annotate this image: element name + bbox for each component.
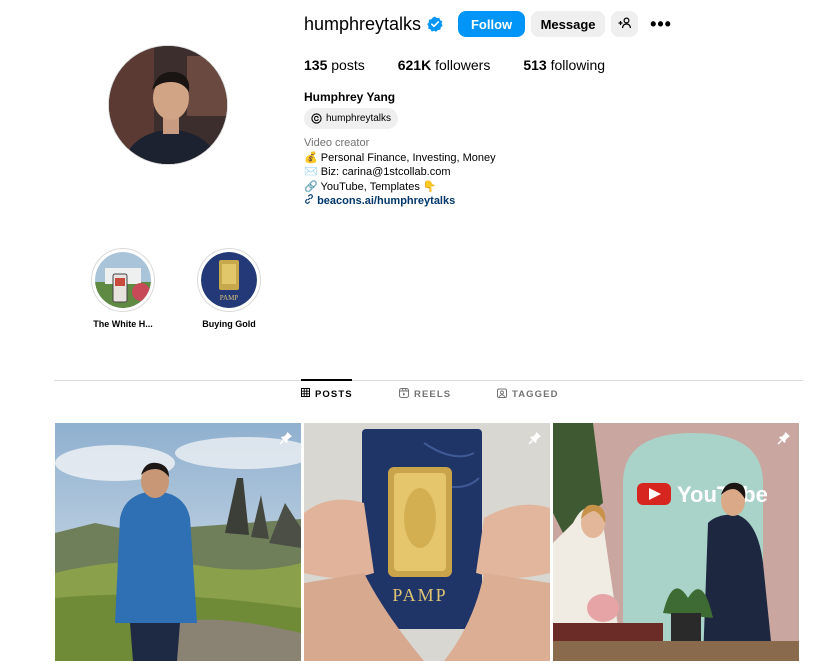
bio-line: 💰 Personal Finance, Investing, Money bbox=[304, 151, 496, 164]
threads-handle: humphreytalks bbox=[326, 113, 392, 124]
highlight-cover-image bbox=[95, 252, 151, 308]
tab-label: TAGGED bbox=[512, 388, 559, 400]
tab-posts[interactable]: POSTS bbox=[301, 388, 353, 400]
verified-badge-icon bbox=[427, 16, 443, 32]
posts-label: posts bbox=[331, 57, 365, 73]
highlight-ring: PAMP bbox=[197, 248, 261, 312]
suggest-users-button[interactable] bbox=[611, 11, 639, 37]
highlight-label: Buying Gold bbox=[202, 319, 256, 329]
highlight-label: The White H... bbox=[93, 319, 153, 329]
bio-link[interactable]: beacons.ai/humphreytalks bbox=[317, 195, 455, 207]
followers-count: 621K bbox=[397, 57, 432, 73]
link-icon bbox=[304, 194, 317, 207]
highlight-cover-image: PAMP bbox=[201, 252, 257, 308]
profile-stats: 135 posts 621K followers 513 following bbox=[304, 57, 638, 73]
follow-button[interactable]: Follow bbox=[458, 11, 526, 37]
followers-label: followers bbox=[435, 57, 491, 73]
reels-icon bbox=[399, 387, 414, 401]
following-label: following bbox=[550, 57, 606, 73]
tab-reels[interactable]: REELS bbox=[399, 387, 452, 401]
post-thumbnail[interactable]: PAMP bbox=[304, 423, 550, 661]
profile-header-row: humphreytalks Follow Message ••• bbox=[304, 10, 672, 38]
following-stat[interactable]: 513 following bbox=[523, 57, 605, 73]
tab-label: POSTS bbox=[315, 388, 353, 400]
tabs-divider bbox=[54, 380, 803, 381]
highlight-item[interactable]: PAMP Buying Gold bbox=[194, 248, 264, 329]
posts-count: 135 bbox=[304, 57, 328, 73]
highlight-item[interactable]: The White H... bbox=[88, 248, 158, 329]
highlight-ring bbox=[91, 248, 155, 312]
more-options-icon[interactable]: ••• bbox=[650, 14, 672, 35]
message-button[interactable]: Message bbox=[531, 11, 606, 37]
tagged-icon bbox=[497, 388, 512, 401]
following-count: 513 bbox=[523, 57, 547, 73]
bio-link-row[interactable]: beacons.ai/humphreytalks bbox=[304, 194, 496, 209]
post-thumbnail[interactable]: YouTube bbox=[553, 423, 799, 661]
followers-stat[interactable]: 621K followers bbox=[398, 57, 491, 73]
posts-stat[interactable]: 135 posts bbox=[304, 57, 365, 73]
post-image: PAMP bbox=[304, 423, 550, 661]
username: humphreytalks bbox=[304, 13, 422, 34]
bio-category: Video creator bbox=[304, 137, 370, 149]
tab-tagged[interactable]: TAGGED bbox=[497, 388, 559, 401]
svg-text:PAMP: PAMP bbox=[392, 585, 447, 605]
bio: Video creator 💰 Personal Finance, Invest… bbox=[304, 136, 496, 209]
profile-avatar[interactable] bbox=[108, 45, 228, 165]
threads-icon bbox=[311, 113, 322, 124]
post-thumbnail[interactable] bbox=[55, 423, 301, 661]
threads-badge[interactable]: humphreytalks bbox=[304, 108, 399, 129]
pin-icon bbox=[528, 431, 542, 450]
grid-icon bbox=[301, 388, 315, 400]
tab-label: REELS bbox=[414, 388, 452, 400]
post-image bbox=[55, 423, 301, 661]
svg-text:PAMP: PAMP bbox=[220, 294, 239, 302]
pin-icon bbox=[777, 431, 791, 450]
add-person-icon bbox=[618, 16, 632, 32]
pin-icon bbox=[279, 431, 293, 450]
post-image: YouTube bbox=[553, 423, 799, 661]
active-tab-indicator bbox=[301, 379, 352, 381]
bio-line: ✉️ Biz: carina@1stcollab.com bbox=[304, 166, 451, 178]
full-name: Humphrey Yang bbox=[304, 90, 396, 104]
bio-line: 🔗 YouTube, Templates 👇 bbox=[304, 180, 437, 193]
